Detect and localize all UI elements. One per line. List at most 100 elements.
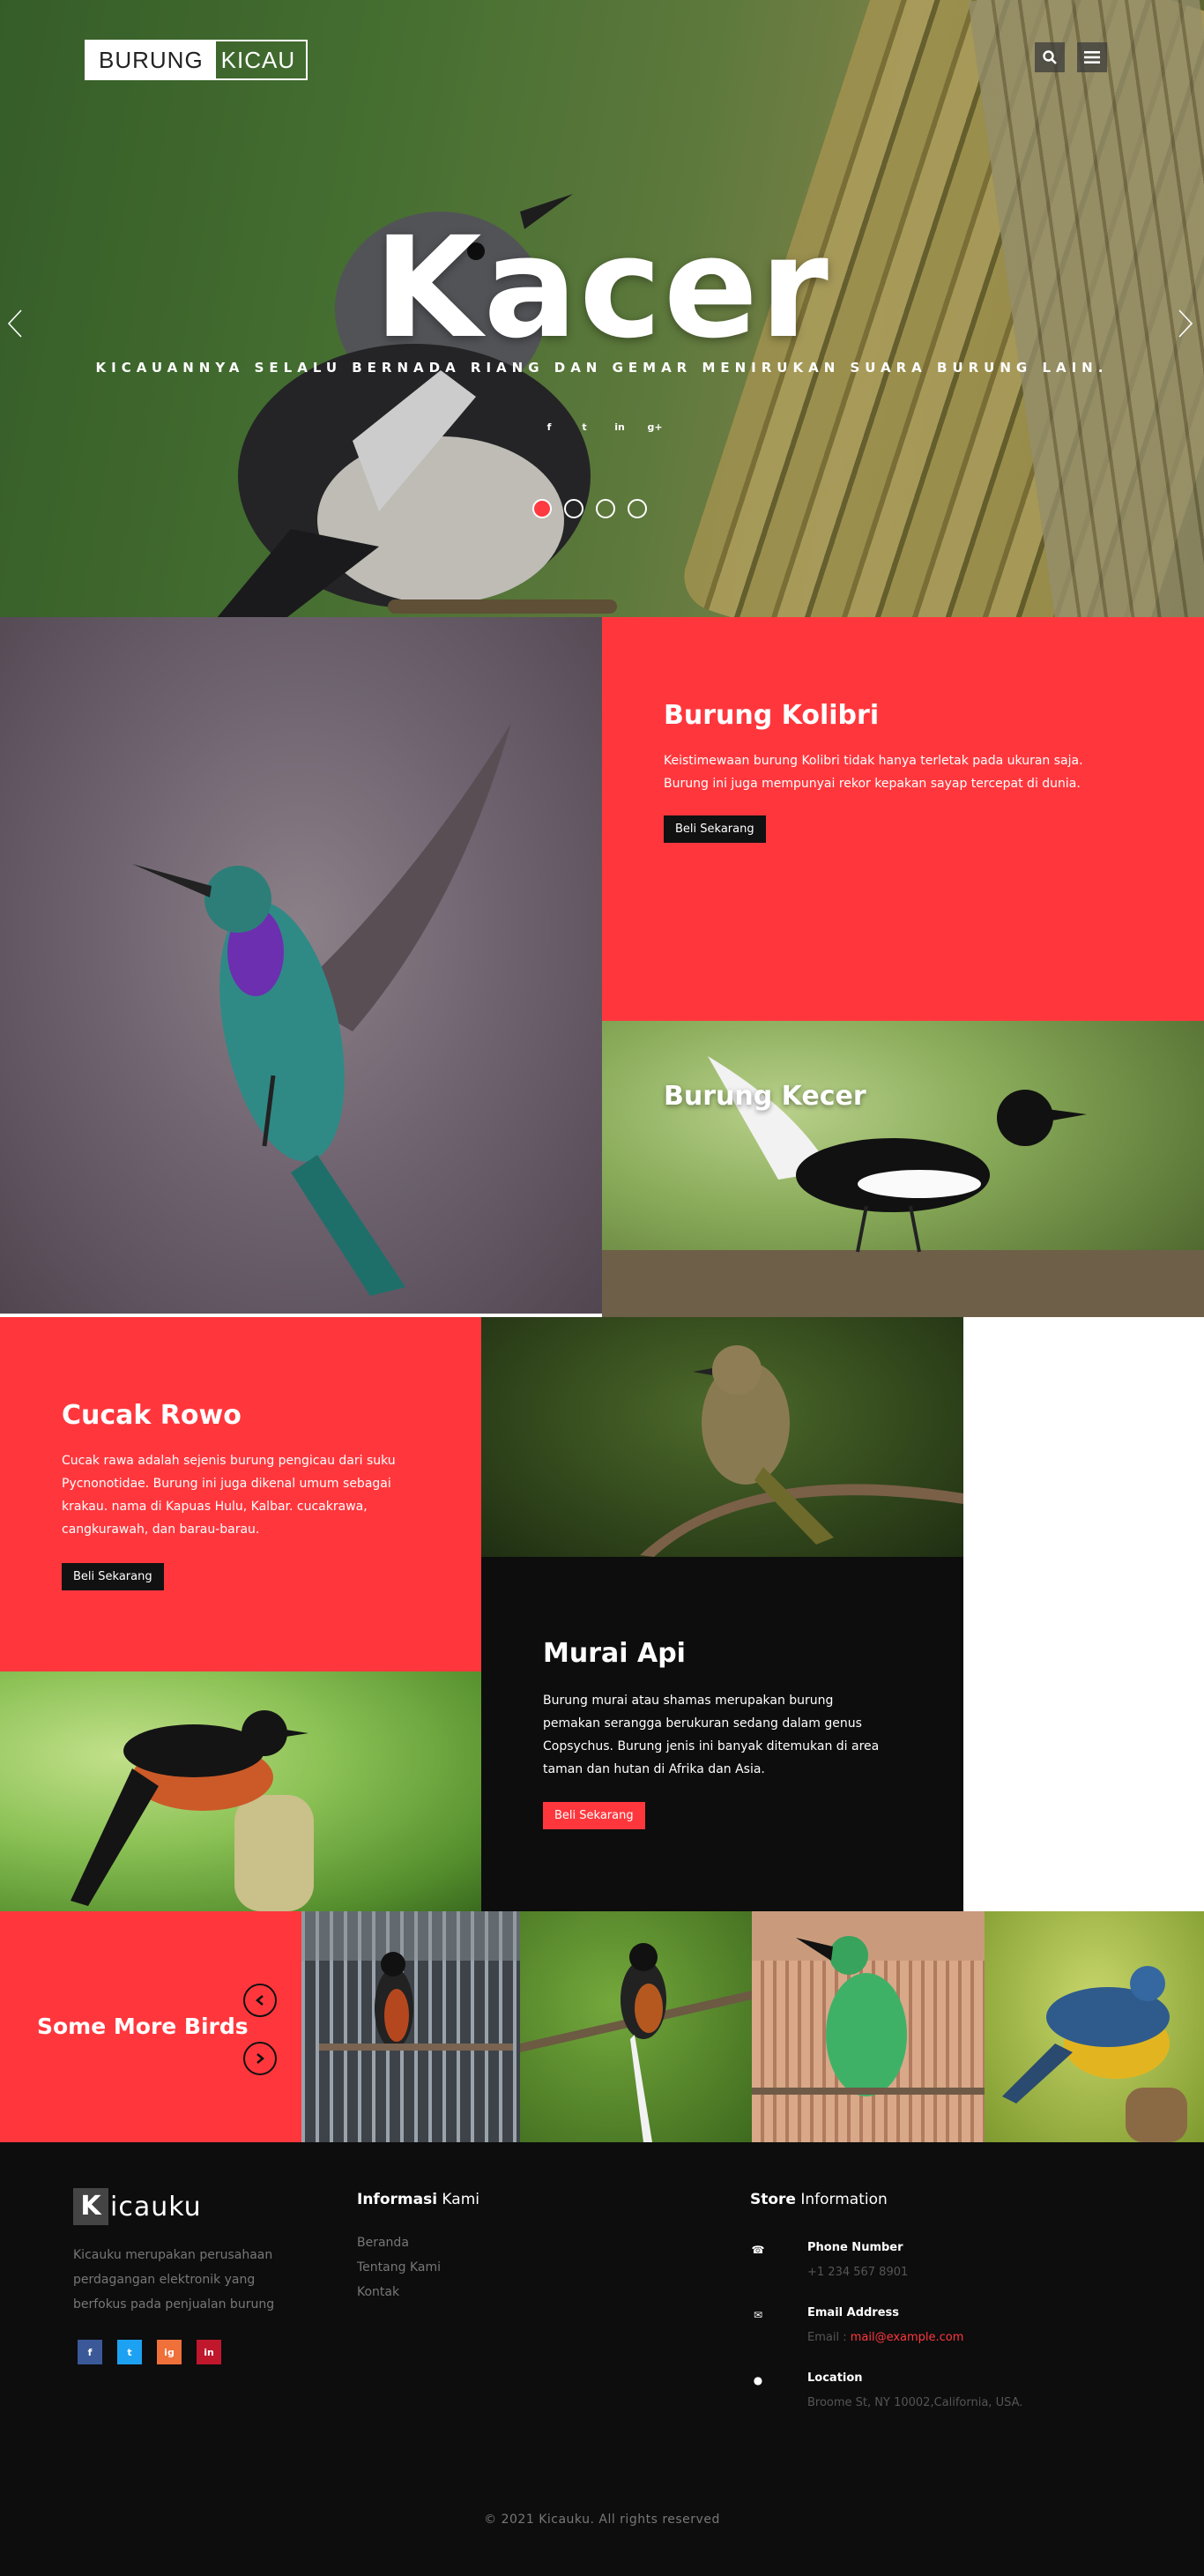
carousel-thumbnail[interactable] <box>301 1911 520 2142</box>
phone-label: Phone Number <box>807 2241 903 2254</box>
hero-social-links: f t in g+ <box>536 421 668 433</box>
hero-slider: BURUNG KICAU Kacer KICAUANNYA SELALU BER… <box>0 0 1204 617</box>
slider-dot-1[interactable] <box>532 499 552 518</box>
chevron-right-icon <box>256 2053 265 2064</box>
white-space <box>963 1317 1204 1911</box>
cucak-description-line: Cucak rawa adalah sejenis burung pengica… <box>62 1454 396 1468</box>
footer-logo-text: icauku <box>110 2191 202 2222</box>
hamburger-menu-icon <box>1084 51 1100 63</box>
slider-pagination <box>532 499 647 518</box>
search-icon <box>1043 50 1057 64</box>
footer-links: Beranda Tentang Kami Kontak <box>357 2230 441 2304</box>
murai-description-line: Burung murai atau shamas merupakan burun… <box>543 1694 834 1708</box>
carousel-next-button[interactable] <box>243 2042 277 2075</box>
kolibri-description-line: Burung ini juga mempunyai rekor kepakan … <box>664 777 1081 791</box>
slider-dot-4[interactable] <box>628 499 647 518</box>
linkedin-icon[interactable]: in <box>606 421 633 433</box>
google-plus-icon[interactable]: g+ <box>642 421 668 433</box>
site-footer: K icauku Kicauku merupakan perusahaan pe… <box>0 2142 1204 2576</box>
murai-description: Burung murai atau shamas merupakan burun… <box>543 1689 879 1781</box>
kolibri-description: Keistimewaan burung Kolibri tidak hanya … <box>664 749 1083 795</box>
more-birds-title: Some More Birds <box>37 2014 249 2039</box>
caged-bird-image <box>301 1911 520 2051</box>
slider-dot-3[interactable] <box>596 499 615 518</box>
kecer-title: Burung Kecer <box>664 1081 866 1112</box>
cucak-title: Cucak Rowo <box>62 1400 242 1431</box>
murai-title: Murai Api <box>543 1638 686 1669</box>
map-marker-icon: ● <box>753 2374 763 2386</box>
email-prefix: Email : <box>807 2331 851 2344</box>
facebook-icon[interactable]: f <box>78 2340 102 2364</box>
murai-bird-image <box>520 1943 752 2142</box>
location-value: Broome St, NY 10002,California, USA. <box>807 2396 1023 2409</box>
kecer-bird-image <box>602 1056 1204 1317</box>
carousel-thumbnail[interactable] <box>752 1911 985 2142</box>
carousel-thumbnail[interactable] <box>520 1911 752 2142</box>
footer-link-kontak[interactable]: Kontak <box>357 2280 441 2304</box>
footer-description-line: Kicauku merupakan perusahaan <box>73 2248 273 2262</box>
murai-description-line: Copsychus. Burung jenis ini banyak ditem… <box>543 1739 880 1753</box>
footer-description: Kicauku merupakan perusahaan perdagangan… <box>73 2243 338 2317</box>
cucak-hijau-bird-image <box>752 1911 985 2096</box>
twitter-icon[interactable]: t <box>571 421 598 433</box>
email-link[interactable]: mail@example.com <box>851 2331 964 2344</box>
kolibri-title: Burung Kolibri <box>664 700 880 731</box>
carousel-thumbnail[interactable] <box>985 1911 1204 2142</box>
phone-icon: ☎ <box>751 2244 765 2256</box>
cucak-description-line: Pycnonotidae. Burung ini juga dikenal um… <box>62 1477 391 1491</box>
search-button[interactable] <box>1035 42 1065 72</box>
footer-description-line: perdagangan elektronik yang <box>73 2273 256 2287</box>
more-birds-panel: Some More Birds <box>0 1911 301 2142</box>
hummingbird-illustration <box>132 723 511 1296</box>
twitter-icon[interactable]: t <box>117 2340 142 2364</box>
footer-logo[interactable]: K icauku <box>73 2188 202 2225</box>
hero-subtitle: KICAUANNYA SELALU BERNADA RIANG DAN GEMA… <box>95 360 1109 376</box>
more-birds-carousel <box>301 1911 1204 2142</box>
footer-logo-mark: K <box>73 2188 108 2225</box>
kecer-card: Burung Kecer <box>602 1021 1204 1317</box>
instagram-icon[interactable]: ig <box>157 2340 182 2364</box>
murai-api-card: Murai Api Burung murai atau shamas merup… <box>481 1557 963 1911</box>
cucak-description-line: cangkurawah, dan barau-barau. <box>62 1523 260 1537</box>
footer-link-tentang-kami[interactable]: Tentang Kami <box>357 2255 441 2280</box>
hero-title: Kacer <box>374 207 830 369</box>
carousel-prev-button[interactable] <box>243 1984 277 2017</box>
footer-store-heading-rest: Information <box>795 2191 888 2208</box>
murai-buy-button[interactable]: Beli Sekarang <box>543 1802 645 1829</box>
cucak-buy-button[interactable]: Beli Sekarang <box>62 1563 164 1590</box>
footer-social-links: f t ig in <box>78 2340 221 2364</box>
footer-info-heading: Informasi Kami <box>357 2191 479 2208</box>
kolibri-description-line: Keistimewaan burung Kolibri tidak hanya … <box>664 754 1083 768</box>
kolibri-card: Burung Kolibri Keistimewaan burung Kolib… <box>602 617 1204 1021</box>
email-value: Email : mail@example.com <box>807 2331 963 2344</box>
footer-store-heading-bold: Store <box>750 2191 796 2208</box>
footer-description-line: berfokus pada penjualan burung <box>73 2297 275 2312</box>
facebook-icon[interactable]: f <box>536 421 562 433</box>
copyright-text: © 2021 Kicauku. All rights reserved <box>484 2513 720 2527</box>
menu-button[interactable] <box>1077 42 1107 72</box>
footer-info-heading-rest: Kami <box>437 2191 479 2208</box>
footer-link-beranda[interactable]: Beranda <box>357 2230 441 2255</box>
cucak-description: Cucak rawa adalah sejenis burung pengica… <box>62 1449 396 1541</box>
brand-logo-right: KICAU <box>220 47 296 73</box>
brand-logo-left: BURUNG <box>86 41 216 78</box>
hummingbird-image <box>0 617 602 1317</box>
murai-api-image <box>0 1671 481 1911</box>
footer-store-heading: Store Information <box>750 2191 888 2208</box>
envelope-icon: ✉ <box>753 2309 763 2321</box>
slider-dot-2[interactable] <box>564 499 583 518</box>
cucak-description-line: krakau. nama di Kapuas Hulu, Kalbar. cuc… <box>62 1500 368 1514</box>
murai-api-illustration <box>71 1710 314 1911</box>
phone-value: +1 234 567 8901 <box>807 2266 909 2279</box>
cucak-rowo-image <box>481 1317 963 1557</box>
kolibri-buy-button[interactable]: Beli Sekarang <box>664 815 766 843</box>
murai-description-line: pemakan serangga berukuran sedang dalam … <box>543 1716 862 1731</box>
cucak-rowo-illustration <box>640 1345 963 1557</box>
chevron-left-icon <box>255 1995 264 2006</box>
email-label: Email Address <box>807 2306 900 2319</box>
location-label: Location <box>807 2371 863 2385</box>
brand-logo[interactable]: BURUNG KICAU <box>85 40 308 80</box>
murai-description-line: taman dan hutan di Afrika dan Asia. <box>543 1762 765 1776</box>
footer-info-heading-bold: Informasi <box>357 2191 438 2208</box>
linkedin-icon[interactable]: in <box>197 2340 221 2364</box>
